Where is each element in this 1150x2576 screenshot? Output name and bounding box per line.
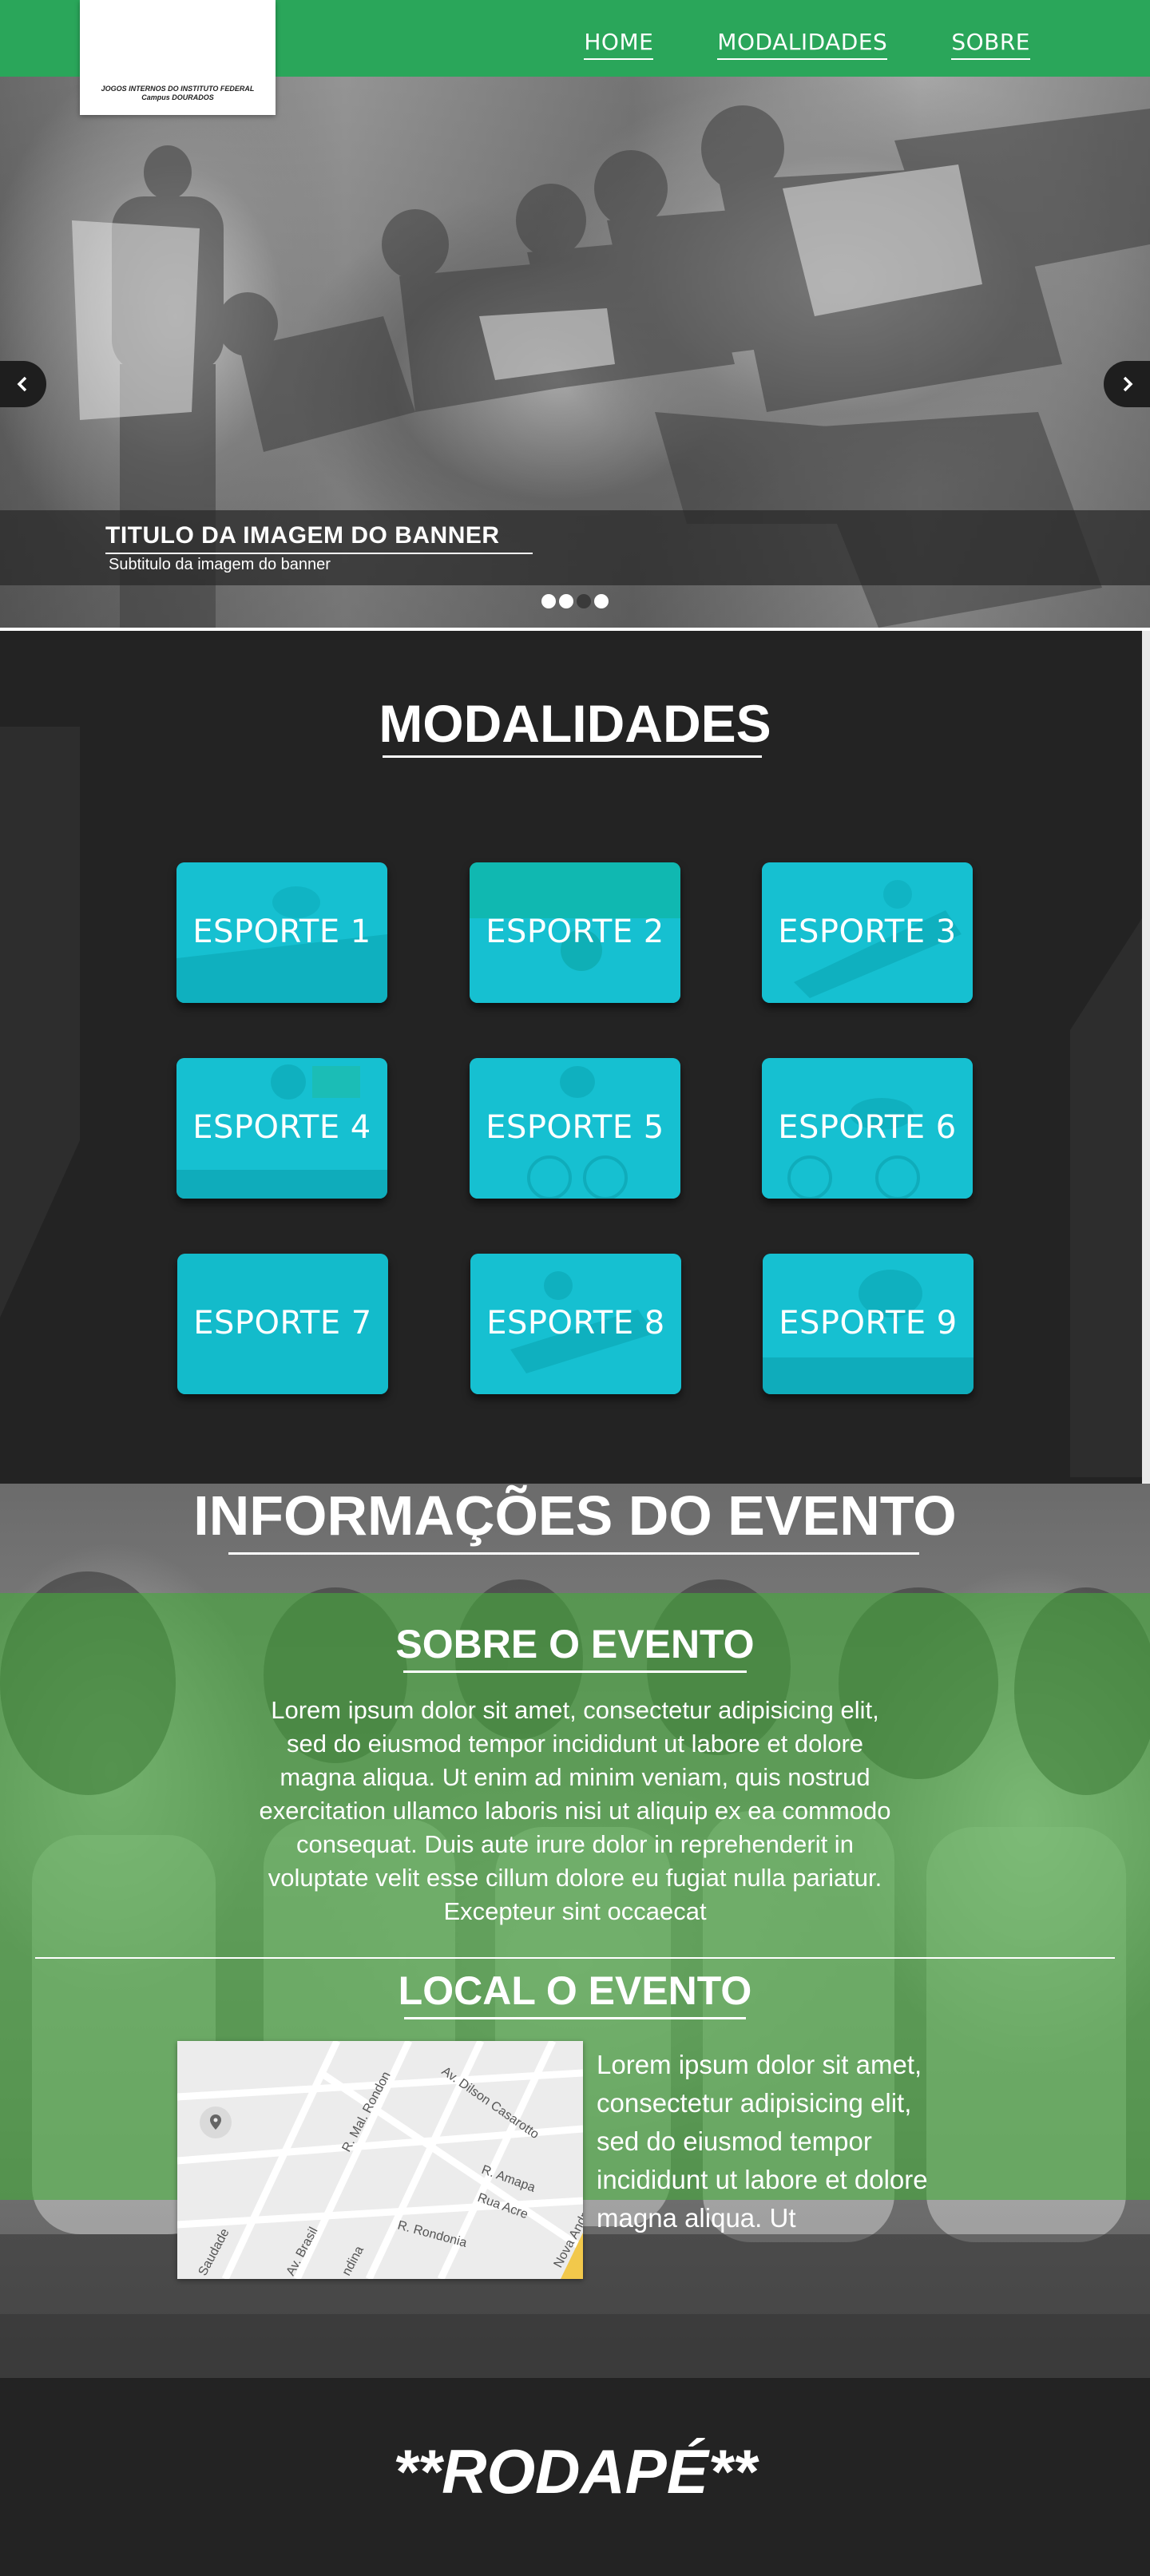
site-logo[interactable]: JOGOS INTERNOS DO INSTITUTO FEDERAL Camp… — [80, 0, 276, 115]
decorative-shape — [1070, 918, 1142, 1477]
banner-next-button[interactable] — [1104, 361, 1150, 407]
sport-label: ESPORTE 8 — [486, 1305, 665, 1342]
sport-label: ESPORTE 3 — [778, 913, 957, 950]
event-info-title-underline — [228, 1552, 919, 1555]
banner-pagination — [541, 594, 609, 608]
banner-title-underline — [105, 553, 533, 554]
sport-card-1[interactable]: ESPORTE 1 — [176, 862, 387, 1003]
about-event-title-underline — [403, 1670, 747, 1673]
event-location-map[interactable]: Av. Dilson Casarotto R. Mal. Rondon R. A… — [177, 2041, 583, 2279]
footer-text: **RODAPÉ** — [393, 2436, 757, 2507]
sport-label: ESPORTE 6 — [778, 1109, 957, 1146]
slide-dot[interactable] — [559, 594, 573, 608]
map-image: Av. Dilson Casarotto R. Mal. Rondon R. A… — [177, 2041, 583, 2279]
sport-card-5[interactable]: ESPORTE 5 — [470, 1058, 680, 1199]
modalidades-title: MODALIDADES — [379, 694, 771, 753]
modalidades-title-underline — [383, 755, 762, 758]
about-event-title: SOBRE O EVENTO — [395, 1622, 755, 1666]
event-info-section: INFORMAÇÕES DO EVENTO SOBRE O EVENTO Lor… — [0, 1484, 1150, 2378]
slide-dot-active[interactable] — [577, 594, 591, 608]
info-bottom-strip — [0, 2314, 1150, 2378]
slide-dot[interactable] — [541, 594, 556, 608]
sport-card-6[interactable]: ESPORTE 6 — [762, 1058, 973, 1199]
banner-title: TITULO DA IMAGEM DO BANNER — [105, 522, 500, 549]
nav-home-link[interactable]: HOME — [584, 29, 654, 60]
sport-label: ESPORTE 7 — [193, 1305, 372, 1342]
decorative-shape — [0, 727, 80, 1318]
hero-banner: TITULO DA IMAGEM DO BANNER Subtitulo da … — [0, 77, 1150, 628]
banner-prev-button[interactable] — [0, 361, 46, 407]
sport-card-3[interactable]: ESPORTE 3 — [762, 862, 973, 1003]
section-divider — [35, 1957, 1115, 1959]
about-event-text: Lorem ipsum dolor sit amet, consectetur … — [259, 1696, 891, 1925]
modalidades-section: MODALIDADES ESPORTE 1 ESPORTE 2 ESPORTE … — [0, 631, 1150, 1484]
sport-label: ESPORTE 1 — [192, 913, 371, 950]
sport-card-4[interactable]: ESPORTE 4 — [176, 1058, 387, 1199]
sport-card-8[interactable]: ESPORTE 8 — [470, 1254, 681, 1394]
nav-modalidades-link[interactable]: MODALIDADES — [717, 29, 888, 60]
sport-card-7[interactable]: ESPORTE 7 — [177, 1254, 388, 1394]
sport-card-9[interactable]: ESPORTE 9 — [763, 1254, 974, 1394]
sport-label: ESPORTE 4 — [192, 1109, 371, 1146]
slide-dot[interactable] — [594, 594, 609, 608]
sport-label: ESPORTE 5 — [486, 1109, 664, 1146]
sport-label: ESPORTE 2 — [486, 913, 664, 950]
sport-label: ESPORTE 9 — [779, 1305, 958, 1342]
nav-sobre-link[interactable]: SOBRE — [951, 29, 1030, 60]
chevron-right-icon — [1123, 376, 1133, 392]
event-location-title: LOCAL O EVENTO — [398, 1968, 752, 2013]
event-info-title: INFORMAÇÕES DO EVENTO — [193, 1484, 957, 1547]
event-location-text: Lorem ipsum dolor sit amet, consectetur … — [597, 2050, 928, 2233]
main-nav: HOME MODALIDADES SOBRE — [584, 29, 1030, 60]
banner-subtitle: Subtitulo da imagem do banner — [109, 556, 331, 573]
site-footer: **RODAPÉ** — [0, 2378, 1150, 2576]
logo-text: JOGOS INTERNOS DO INSTITUTO FEDERAL Camp… — [101, 85, 255, 101]
decorative-edge — [1142, 631, 1150, 1484]
event-location-title-underline — [404, 2017, 746, 2019]
chevron-left-icon — [17, 376, 27, 392]
sport-card-2[interactable]: ESPORTE 2 — [470, 862, 680, 1003]
